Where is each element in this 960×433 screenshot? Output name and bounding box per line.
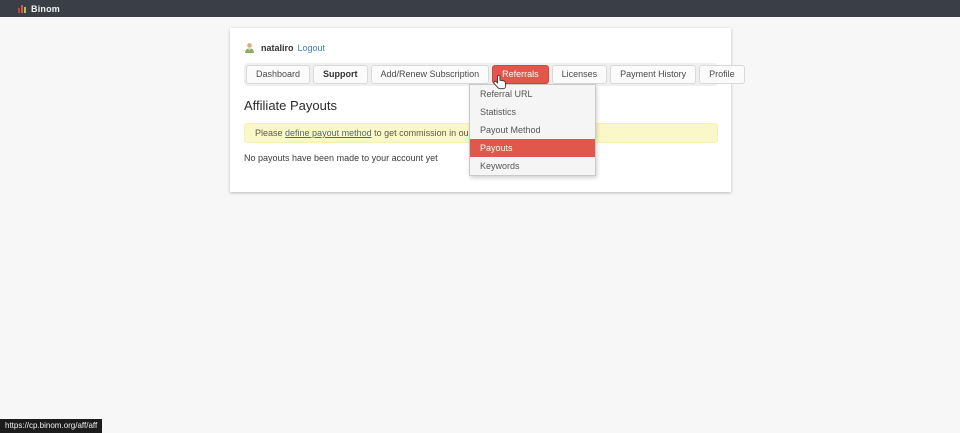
nav-button-payment-history[interactable]: Payment History	[610, 65, 696, 84]
logout-link[interactable]: Logout	[298, 43, 326, 53]
nav-button-licenses[interactable]: Licenses	[552, 65, 608, 84]
dropdown-item-keywords[interactable]: Keywords	[470, 157, 595, 175]
user-avatar-icon	[244, 42, 255, 53]
topbar: Binom	[0, 0, 960, 17]
nav-bar: DashboardSupportAdd/Renew SubscriptionRe…	[244, 63, 718, 86]
username: nataliro	[261, 43, 294, 53]
nav-button-dashboard[interactable]: Dashboard	[246, 65, 310, 84]
dropdown-item-statistics[interactable]: Statistics	[470, 103, 595, 121]
nav-button-referrals[interactable]: Referrals	[492, 65, 549, 84]
status-bar-url: https://cp.binom.org/aff/aff	[0, 419, 102, 433]
brand-name: Binom	[31, 4, 60, 14]
referrals-dropdown-menu: Referral URLStatisticsPayout MethodPayou…	[469, 84, 596, 176]
dropdown-item-referral-url[interactable]: Referral URL	[470, 85, 595, 103]
nav-button-profile[interactable]: Profile	[699, 65, 745, 84]
dropdown-item-payout-method[interactable]: Payout Method	[470, 121, 595, 139]
binom-logo-icon	[18, 5, 26, 13]
nav-button-add-renew-subscription[interactable]: Add/Renew Subscription	[371, 65, 490, 84]
user-row: nataliro Logout	[244, 41, 717, 54]
define-payout-method-link[interactable]: define payout method	[285, 128, 372, 138]
nav-button-support[interactable]: Support	[313, 65, 368, 84]
dropdown-item-payouts[interactable]: Payouts	[470, 139, 595, 157]
